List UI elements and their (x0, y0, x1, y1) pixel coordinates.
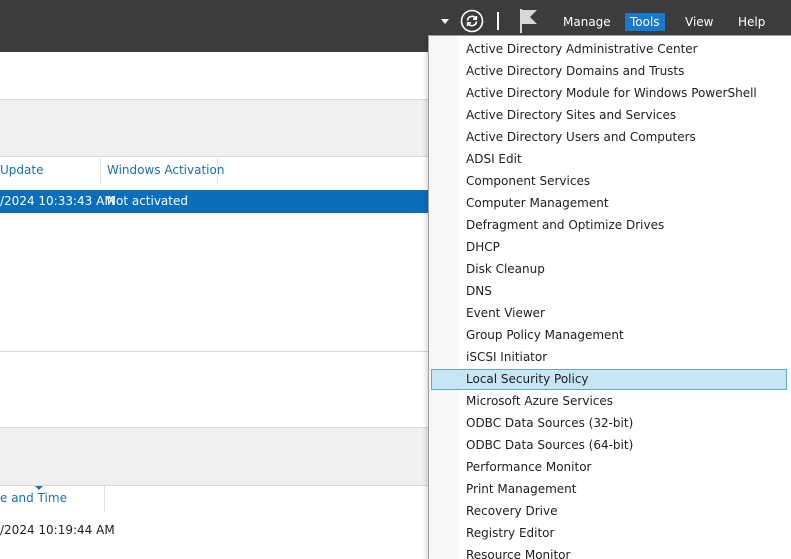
content-strip (0, 52, 428, 99)
menu-item-dns[interactable]: DNS (431, 281, 787, 302)
column-divider (217, 158, 218, 184)
cell-last-update: /2024 10:33:43 AM (0, 194, 115, 208)
menu-item-ad-users-computers[interactable]: Active Directory Users and Computers (431, 127, 787, 148)
cell-date-time: /2024 10:19:44 AM (0, 523, 115, 537)
menu-item-resource-monitor[interactable]: Resource Monitor (431, 545, 787, 559)
toolbar-separator (497, 12, 499, 30)
menu-item-ad-sites-services[interactable]: Active Directory Sites and Services (431, 105, 787, 126)
column-divider (100, 158, 101, 184)
menu-item-ad-domains-trusts[interactable]: Active Directory Domains and Trusts (431, 61, 787, 82)
menu-item-azure-services[interactable]: Microsoft Azure Services (431, 391, 787, 412)
menu-item-dhcp[interactable]: DHCP (431, 237, 787, 258)
menu-help[interactable]: Help (733, 13, 770, 31)
menu-item-recovery-drive[interactable]: Recovery Drive (431, 501, 787, 522)
chevron-down-icon[interactable] (441, 19, 449, 24)
menu-item-performance-monitor[interactable]: Performance Monitor (431, 457, 787, 478)
tools-dropdown-menu: Active Directory Administrative Center A… (428, 35, 791, 559)
menu-item-ad-powershell[interactable]: Active Directory Module for Windows Powe… (431, 83, 787, 104)
menu-item-odbc-64[interactable]: ODBC Data Sources (64-bit) (431, 435, 787, 456)
table-row-selected[interactable]: /2024 10:33:43 AM Not activated (0, 190, 428, 213)
menu-item-event-viewer[interactable]: Event Viewer (431, 303, 787, 324)
menu-item-component-services[interactable]: Component Services (431, 171, 787, 192)
column-header-date-time[interactable]: e and Time (0, 491, 67, 505)
menu-item-ad-admin-center[interactable]: Active Directory Administrative Center (431, 39, 787, 60)
column-divider (104, 486, 105, 512)
content-area (0, 352, 428, 427)
menu-item-defragment[interactable]: Defragment and Optimize Drives (431, 215, 787, 236)
section-header-band-lower (0, 427, 428, 486)
column-header-activation[interactable]: Windows Activation (107, 163, 224, 177)
menu-item-local-security-policy[interactable]: Local Security Policy (431, 369, 787, 390)
column-header-update[interactable]: Update (0, 163, 43, 177)
menu-item-disk-cleanup[interactable]: Disk Cleanup (431, 259, 787, 280)
menu-item-odbc-32[interactable]: ODBC Data Sources (32-bit) (431, 413, 787, 434)
menu-item-print-management[interactable]: Print Management (431, 479, 787, 500)
flag-icon[interactable] (518, 8, 540, 34)
sort-descending-icon (35, 486, 43, 490)
menu-item-registry-editor[interactable]: Registry Editor (431, 523, 787, 544)
menu-manage[interactable]: Manage (558, 13, 616, 31)
menu-item-group-policy[interactable]: Group Policy Management (431, 325, 787, 346)
section-header-band (0, 99, 428, 157)
menu-item-computer-management[interactable]: Computer Management (431, 193, 787, 214)
menu-item-adsi-edit[interactable]: ADSI Edit (431, 149, 787, 170)
menu-view[interactable]: View (680, 13, 718, 31)
cell-activation: Not activated (107, 194, 188, 208)
menu-item-iscsi-initiator[interactable]: iSCSI Initiator (431, 347, 787, 368)
refresh-icon[interactable] (460, 9, 484, 33)
menu-tools[interactable]: Tools (625, 13, 665, 31)
